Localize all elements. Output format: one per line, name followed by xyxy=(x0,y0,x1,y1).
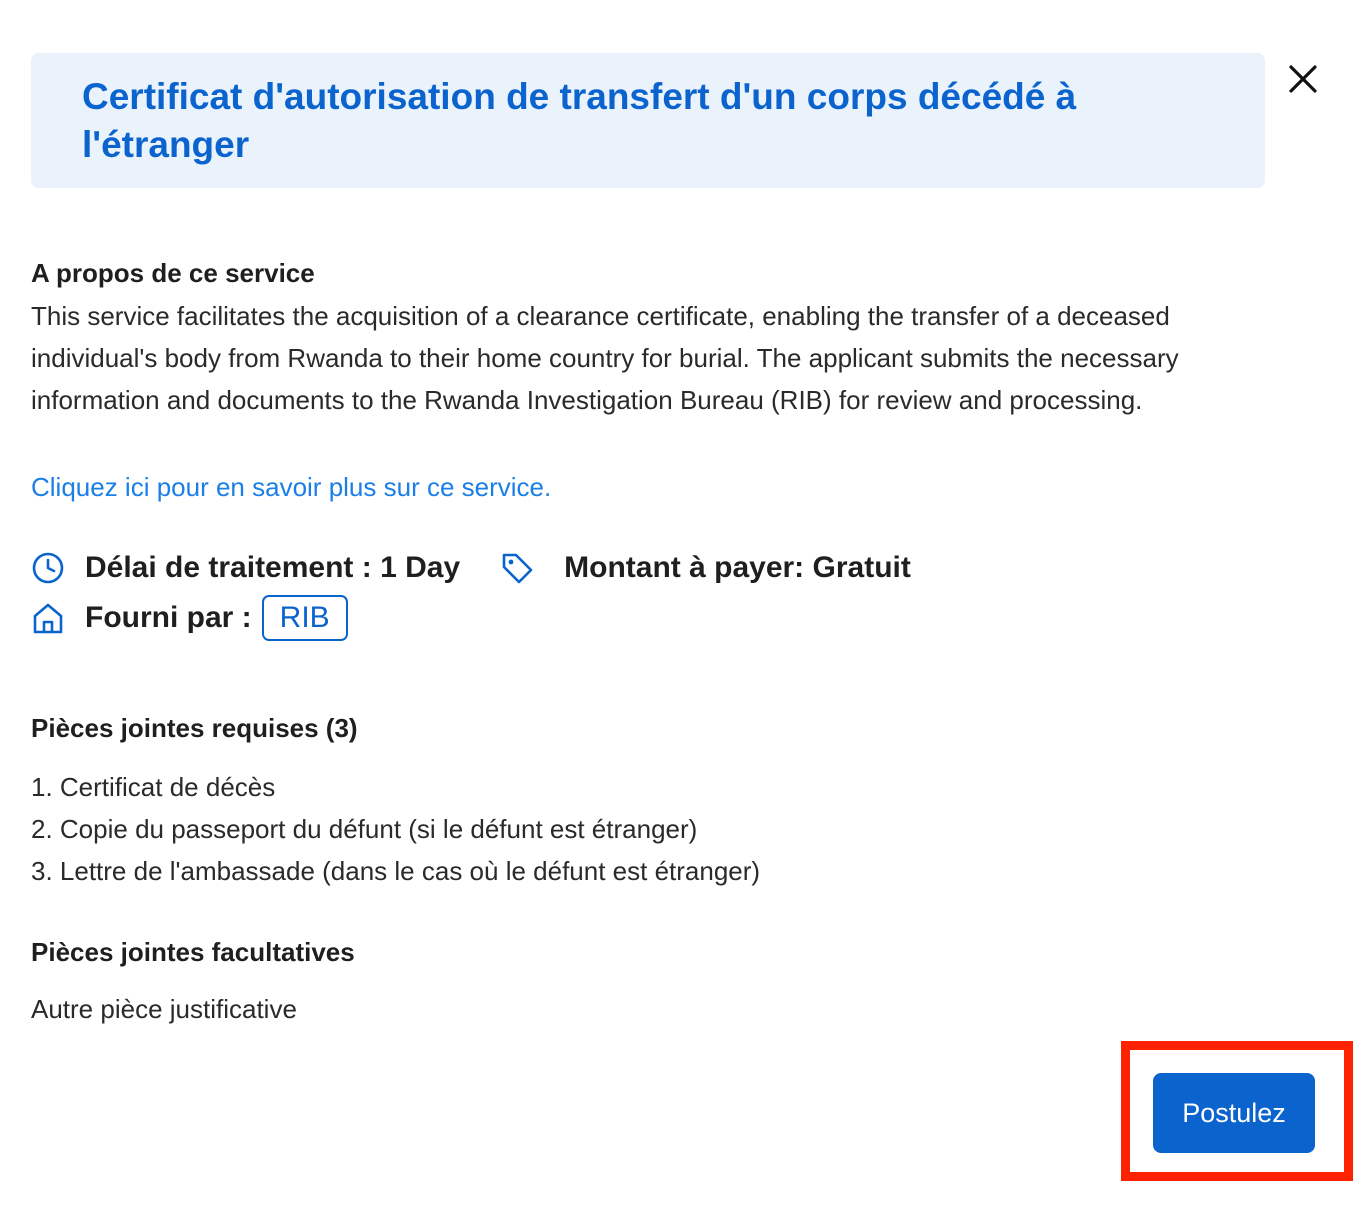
list-item: 2. Copie du passeport du défunt (si le d… xyxy=(31,814,698,844)
title-banner: Certificat d'autorisation de transfert d… xyxy=(31,53,1265,188)
required-attachments-list: 1. Certificat de décès 2. Copie du passe… xyxy=(31,766,760,892)
processing-time: Délai de traitement : 1 Day xyxy=(85,551,461,584)
close-button[interactable] xyxy=(1284,60,1322,98)
provider-label: Fourni par : xyxy=(85,601,252,634)
list-item: 1. Certificat de décès xyxy=(31,772,276,802)
learn-more-link[interactable]: Cliquez ici pour en savoir plus sur ce s… xyxy=(31,472,551,503)
clock-icon xyxy=(32,552,64,584)
optional-attachment-item: Autre pièce justificative xyxy=(31,994,297,1024)
home-icon xyxy=(33,603,63,634)
list-item: 3. Lettre de l'ambassade (dans le cas où… xyxy=(31,856,761,886)
amount-to-pay: Montant à payer: Gratuit xyxy=(564,551,911,584)
about-heading: A propos de ce service xyxy=(31,258,315,288)
required-attachments-heading: Pièces jointes requises (3) xyxy=(31,713,358,743)
about-description: This service facilitates the acquisition… xyxy=(31,301,1179,415)
close-icon[interactable] xyxy=(1287,63,1319,95)
provider-badge: RIB xyxy=(261,595,348,641)
optional-attachments-heading: Pièces jointes facultatives xyxy=(31,937,355,967)
meta-row-time-amount: Délai de traitement : 1 Day Montant à pa… xyxy=(31,551,911,585)
dialog-title: Certificat d'autorisation de transfert d… xyxy=(82,76,1077,165)
meta-row-provider: Fourni par : RIB xyxy=(31,595,348,641)
tag-icon xyxy=(502,553,533,584)
apply-button[interactable]: Postulez xyxy=(1153,1073,1315,1153)
